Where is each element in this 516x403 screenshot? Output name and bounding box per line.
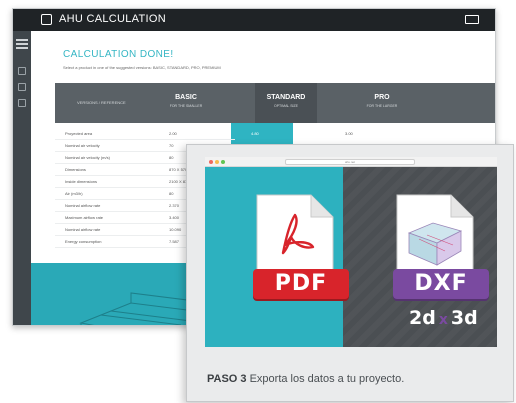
window-control-icon[interactable] [465,15,479,24]
folder-icon[interactable] [18,99,26,107]
table-row-label: Air (m3/h) [65,191,83,196]
browser-window: ahu.net PDF DXF 2d x 3d [205,157,497,347]
table-row-label: Energy consumption [65,239,102,244]
dims-2d[interactable]: 2d [409,307,436,329]
export-preview-card: ahu.net PDF DXF 2d x 3d PASO 3 Exporta l… [186,144,514,402]
pro-note: FOR THE LARGER [366,104,398,108]
table-cell: 3.00 [345,131,353,136]
table-cell: 80 [169,155,174,160]
step-description: Exporta los datos a tu proyecto. [249,373,405,385]
table-cell: 7.587 [169,239,180,244]
table-row-label: Dimensions [65,167,86,172]
minimize-dot-icon[interactable] [215,160,219,164]
pdf-document-icon [256,194,334,278]
page-title: CALCULATION DONE! [63,49,174,60]
versions-header: VERSIONS / REFERENCE BASIC FOR THE SMALL… [55,83,495,123]
standard-header[interactable]: STANDARD [251,94,321,101]
cad-document-icon [396,194,474,278]
table-row-label: Nominal airflow rate [65,227,101,232]
table-cell: 10.090 [169,227,182,232]
table-cell: 4.80 [251,131,259,136]
table-cell: 3.400 [169,215,180,220]
pdf-export-button[interactable]: PDF [253,269,349,299]
basic-header[interactable]: BASIC [151,94,221,101]
app-logo-icon [41,14,52,25]
table-row-label: Nominal air velocity (m/s) [65,155,110,160]
label-column-header: VERSIONS / REFERENCE [77,100,126,105]
dimension-options: 2d x 3d [409,307,478,329]
table-cell: 70 [169,143,174,148]
table-row-label: Inside dimensions [65,179,98,184]
maximize-dot-icon[interactable] [221,160,225,164]
sidebar [13,31,31,325]
home-icon[interactable] [18,67,26,75]
browser-toolbar: ahu.net [205,157,497,167]
pro-header[interactable]: PRO [347,94,417,101]
row-divider [55,139,235,140]
table-cell: 2.370 [169,203,180,208]
dims-3d[interactable]: 3d [451,307,478,329]
standard-column-bg [255,83,317,123]
address-bar[interactable]: ahu.net [285,159,415,165]
standard-note: OPTIMAL SIZE [274,104,298,108]
close-dot-icon[interactable] [209,160,213,164]
title-bar: AHU CALCULATION [13,9,495,31]
table-cell: 2.00 [169,131,177,136]
page-subtitle: Select a product in one of the suggested… [63,65,221,70]
dxf-export-button[interactable]: DXF [393,269,489,299]
dims-separator: x [438,312,448,328]
table-row-label: Nominal air velocity [65,143,100,148]
basic-note: FOR THE SMALLER [169,104,203,108]
step-number: PASO 3 [207,373,247,385]
step-caption: PASO 3 Exporta los datos a tu proyecto. [207,373,404,385]
settings-icon[interactable] [18,83,26,91]
table-row-label: Maximum airflow rate [65,215,104,220]
table-cell: 80 [169,191,174,196]
table-row-label: Nominal airflow rate [65,203,101,208]
table-row-label: Proyected area [65,131,93,136]
window-title: AHU CALCULATION [59,13,166,25]
